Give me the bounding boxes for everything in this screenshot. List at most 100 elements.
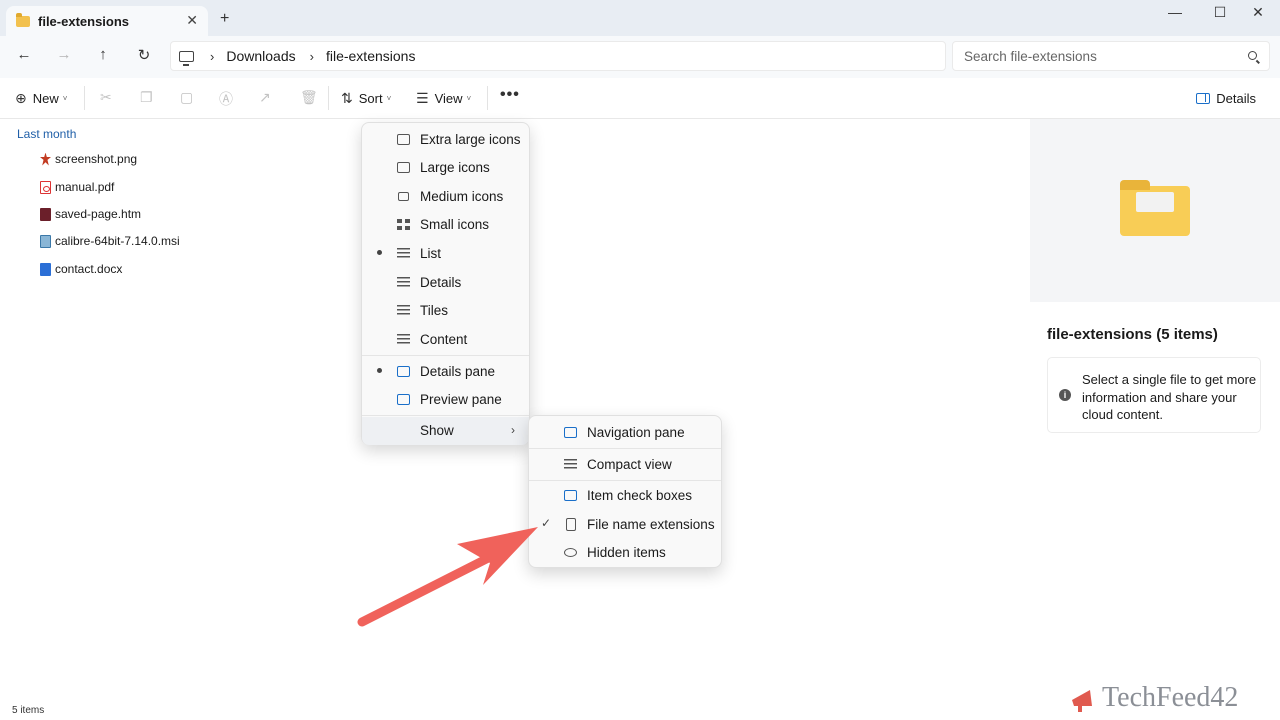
menu-item-label: Item check boxes (587, 488, 693, 503)
maximize-icon[interactable]: ☐ (1205, 4, 1235, 24)
share-icon[interactable]: ↗ (259, 89, 271, 106)
htm-file-icon (40, 207, 51, 221)
menu-item-label: File name extensions (587, 517, 715, 532)
list-item[interactable]: calibre-64bit-7.14.0.msi (40, 230, 180, 252)
list-item[interactable]: saved-page.htm (40, 203, 141, 225)
new-button[interactable]: ⊕ New ˅ (15, 90, 67, 107)
view-menu: Extra large icons Large icons Medium ico… (361, 122, 530, 445)
list-item[interactable]: contact.docx (40, 258, 122, 280)
megaphone-icon (1072, 690, 1092, 712)
details-view-icon (397, 277, 410, 288)
file-name: calibre-64bit-7.14.0.msi (55, 234, 180, 248)
folder-icon (16, 12, 30, 27)
menu-separator (362, 355, 529, 356)
menu-item-extra-large-icons[interactable]: Extra large icons (362, 126, 529, 154)
forward-icon[interactable]: → (52, 46, 76, 68)
list-item[interactable]: screenshot.png (40, 148, 137, 170)
menu-item-label: Compact view (587, 457, 672, 472)
tab-close-icon[interactable]: ✕ (186, 12, 198, 29)
more-options-icon[interactable]: ••• (500, 86, 520, 104)
search-input[interactable]: Search file-extensions (952, 41, 1270, 71)
menu-item-item-check-boxes[interactable]: Item check boxes (529, 482, 721, 510)
menu-item-content[interactable]: Content (362, 326, 529, 354)
navigation-pane-icon (564, 427, 577, 438)
refresh-icon[interactable]: ↻ (132, 46, 156, 68)
menu-item-hidden-items[interactable]: Hidden items (529, 539, 721, 567)
details-pane-icon (1196, 93, 1211, 104)
search-icon (1248, 51, 1257, 60)
menu-item-label: Details (420, 275, 462, 290)
menu-item-navigation-pane[interactable]: Navigation pane (529, 419, 721, 447)
divider (328, 86, 329, 110)
up-icon[interactable]: ↑ (91, 46, 115, 68)
list-icon (397, 248, 410, 259)
list-item[interactable]: manual.pdf (40, 176, 114, 198)
chevron-down-icon: ˅ (386, 94, 392, 103)
compact-view-icon (564, 459, 577, 470)
menu-item-label: Preview pane (420, 392, 502, 407)
view-button[interactable]: ☰ View ˅ (416, 90, 471, 107)
paste-icon[interactable]: ▢ (180, 89, 193, 106)
new-tab-icon[interactable]: + (220, 10, 229, 28)
msi-file-icon (40, 234, 51, 248)
large-folder-icon (1120, 180, 1190, 236)
sort-icon: ⇅ (341, 90, 353, 106)
checkbox-icon (564, 490, 577, 501)
menu-item-medium-icons[interactable]: Medium icons (362, 183, 529, 211)
menu-separator (529, 480, 721, 481)
rename-icon[interactable]: Ⓐ (219, 89, 233, 109)
menu-item-preview-pane[interactable]: Preview pane (362, 386, 529, 414)
menu-item-large-icons[interactable]: Large icons (362, 154, 529, 182)
large-icons-icon (397, 162, 410, 173)
menu-separator (529, 448, 721, 449)
breadcrumb-separator: › (309, 48, 314, 64)
annotation-arrow (357, 527, 538, 627)
delete-icon[interactable]: 🗑 (300, 89, 318, 106)
sort-button[interactable]: ⇅ Sort ˅ (341, 90, 391, 107)
menu-item-label: Tiles (420, 303, 449, 318)
breadcrumb-file-extensions[interactable]: file-extensions (326, 48, 416, 64)
menu-item-details-pane[interactable]: Details pane (362, 358, 529, 386)
menu-item-compact-view[interactable]: Compact view (529, 451, 721, 479)
watermark-text: TechFeed42 (1102, 682, 1238, 713)
arrow-head (457, 527, 538, 585)
close-window-icon[interactable]: ✕ (1243, 4, 1273, 24)
menu-item-label: List (420, 246, 442, 261)
details-button[interactable]: Details (1196, 91, 1256, 106)
menu-item-label: Medium icons (420, 189, 504, 204)
copy-icon[interactable]: ❐ (140, 89, 153, 106)
menu-item-details[interactable]: Details (362, 269, 529, 297)
preview-pane-icon (397, 394, 410, 405)
sort-label: Sort (358, 91, 383, 106)
file-name: contact.docx (55, 262, 123, 276)
group-header[interactable]: Last month (17, 127, 76, 141)
details-info-card: i Select a single file to get more infor… (1047, 357, 1261, 433)
menu-item-small-icons[interactable]: Small icons (362, 211, 529, 239)
menu-item-file-name-extensions[interactable]: ✓ File name extensions (529, 511, 721, 539)
menu-item-label: Navigation pane (587, 425, 685, 440)
file-icon (566, 518, 576, 531)
address-bar-row: ← → ↑ ↻ › Downloads › file-extensions Se… (0, 36, 1280, 78)
selected-dot-icon (377, 250, 382, 255)
back-icon[interactable]: ← (12, 46, 36, 68)
menu-item-tiles[interactable]: Tiles (362, 297, 529, 325)
address-field[interactable]: › Downloads › file-extensions (170, 41, 946, 71)
extra-large-icons-icon (397, 134, 410, 145)
scissors-icon[interactable]: ✂ (100, 89, 112, 106)
menu-item-label: Content (420, 332, 468, 347)
breadcrumb-downloads[interactable]: Downloads (226, 48, 295, 64)
menu-item-list[interactable]: List (362, 240, 529, 268)
details-pane-title: file-extensions (5 items) (1047, 326, 1218, 343)
status-item-count: 5 items (12, 705, 45, 716)
tab-file-extensions[interactable]: file-extensions ✕ (6, 6, 208, 36)
search-placeholder: Search file-extensions (964, 48, 1097, 64)
chevron-down-icon: ˅ (466, 94, 472, 103)
menu-separator (362, 415, 529, 416)
new-label: New (32, 91, 59, 106)
details-pane-icon (397, 366, 410, 377)
minimize-icon[interactable]: — (1160, 4, 1190, 24)
menu-item-show[interactable]: Show › (362, 417, 529, 445)
divider (487, 86, 488, 110)
png-file-icon (40, 152, 51, 166)
menu-item-label: Large icons (420, 160, 490, 175)
